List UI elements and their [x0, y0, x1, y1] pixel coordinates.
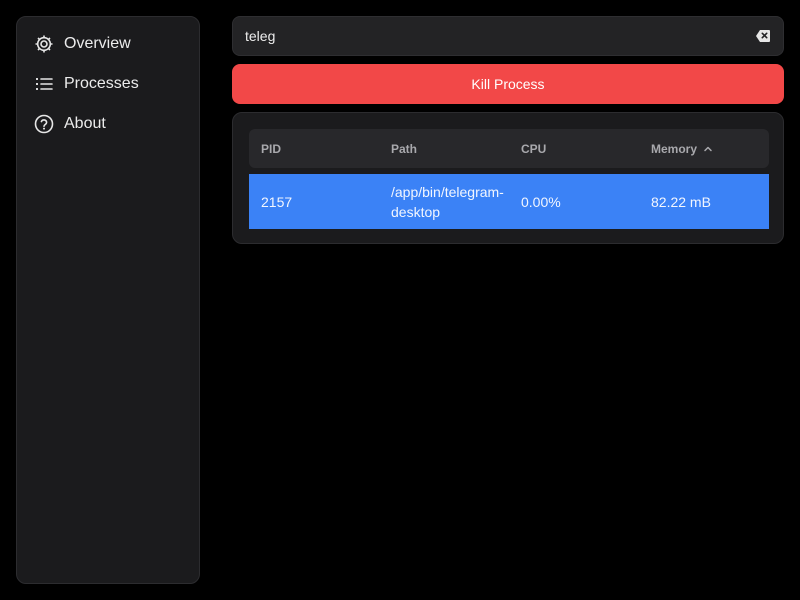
list-icon — [33, 73, 55, 95]
sidebar-item-label: About — [64, 115, 106, 132]
column-header-path[interactable]: Path — [391, 129, 417, 168]
column-header-label: CPU — [521, 141, 547, 156]
cell-cpu: 0.00% — [521, 193, 561, 210]
sidebar-item-processes[interactable]: Processes — [17, 68, 199, 100]
help-circle-icon — [33, 113, 55, 135]
search-bar — [232, 16, 784, 56]
column-header-cpu[interactable]: CPU — [521, 129, 546, 168]
column-header-memory[interactable]: Memory — [651, 129, 713, 168]
sidebar-item-label: Overview — [64, 35, 131, 52]
column-header-label: PID — [261, 141, 282, 156]
sidebar-item-about[interactable]: About — [17, 108, 199, 140]
gear-icon — [33, 33, 55, 55]
kill-process-button[interactable]: Kill Process — [232, 64, 784, 104]
sidebar: Overview Processes About — [16, 16, 200, 584]
table-header: PID Path CPU Memory — [249, 129, 769, 168]
cell-memory: 82.22 mB — [651, 193, 711, 210]
app-window: Overview Processes About teleg Kill Proc… — [0, 0, 800, 600]
process-table-panel: PID Path CPU Memory 2157 /app/bin/telegr… — [232, 112, 784, 244]
column-header-label: Path — [391, 141, 418, 156]
chevron-up-icon — [703, 145, 713, 153]
table-row[interactable]: 2157 /app/bin/telegram-desktop 0.00% 82.… — [249, 174, 769, 229]
cell-pid: 2157 — [261, 193, 293, 210]
column-header-label: Memory — [651, 141, 698, 156]
sidebar-item-label: Processes — [64, 75, 139, 92]
cell-path: /app/bin/telegram-desktop — [391, 183, 504, 220]
sidebar-item-overview[interactable]: Overview — [17, 28, 199, 60]
clear-search-icon[interactable] — [753, 26, 773, 46]
search-input[interactable] — [245, 28, 753, 44]
column-header-pid[interactable]: PID — [261, 129, 281, 168]
